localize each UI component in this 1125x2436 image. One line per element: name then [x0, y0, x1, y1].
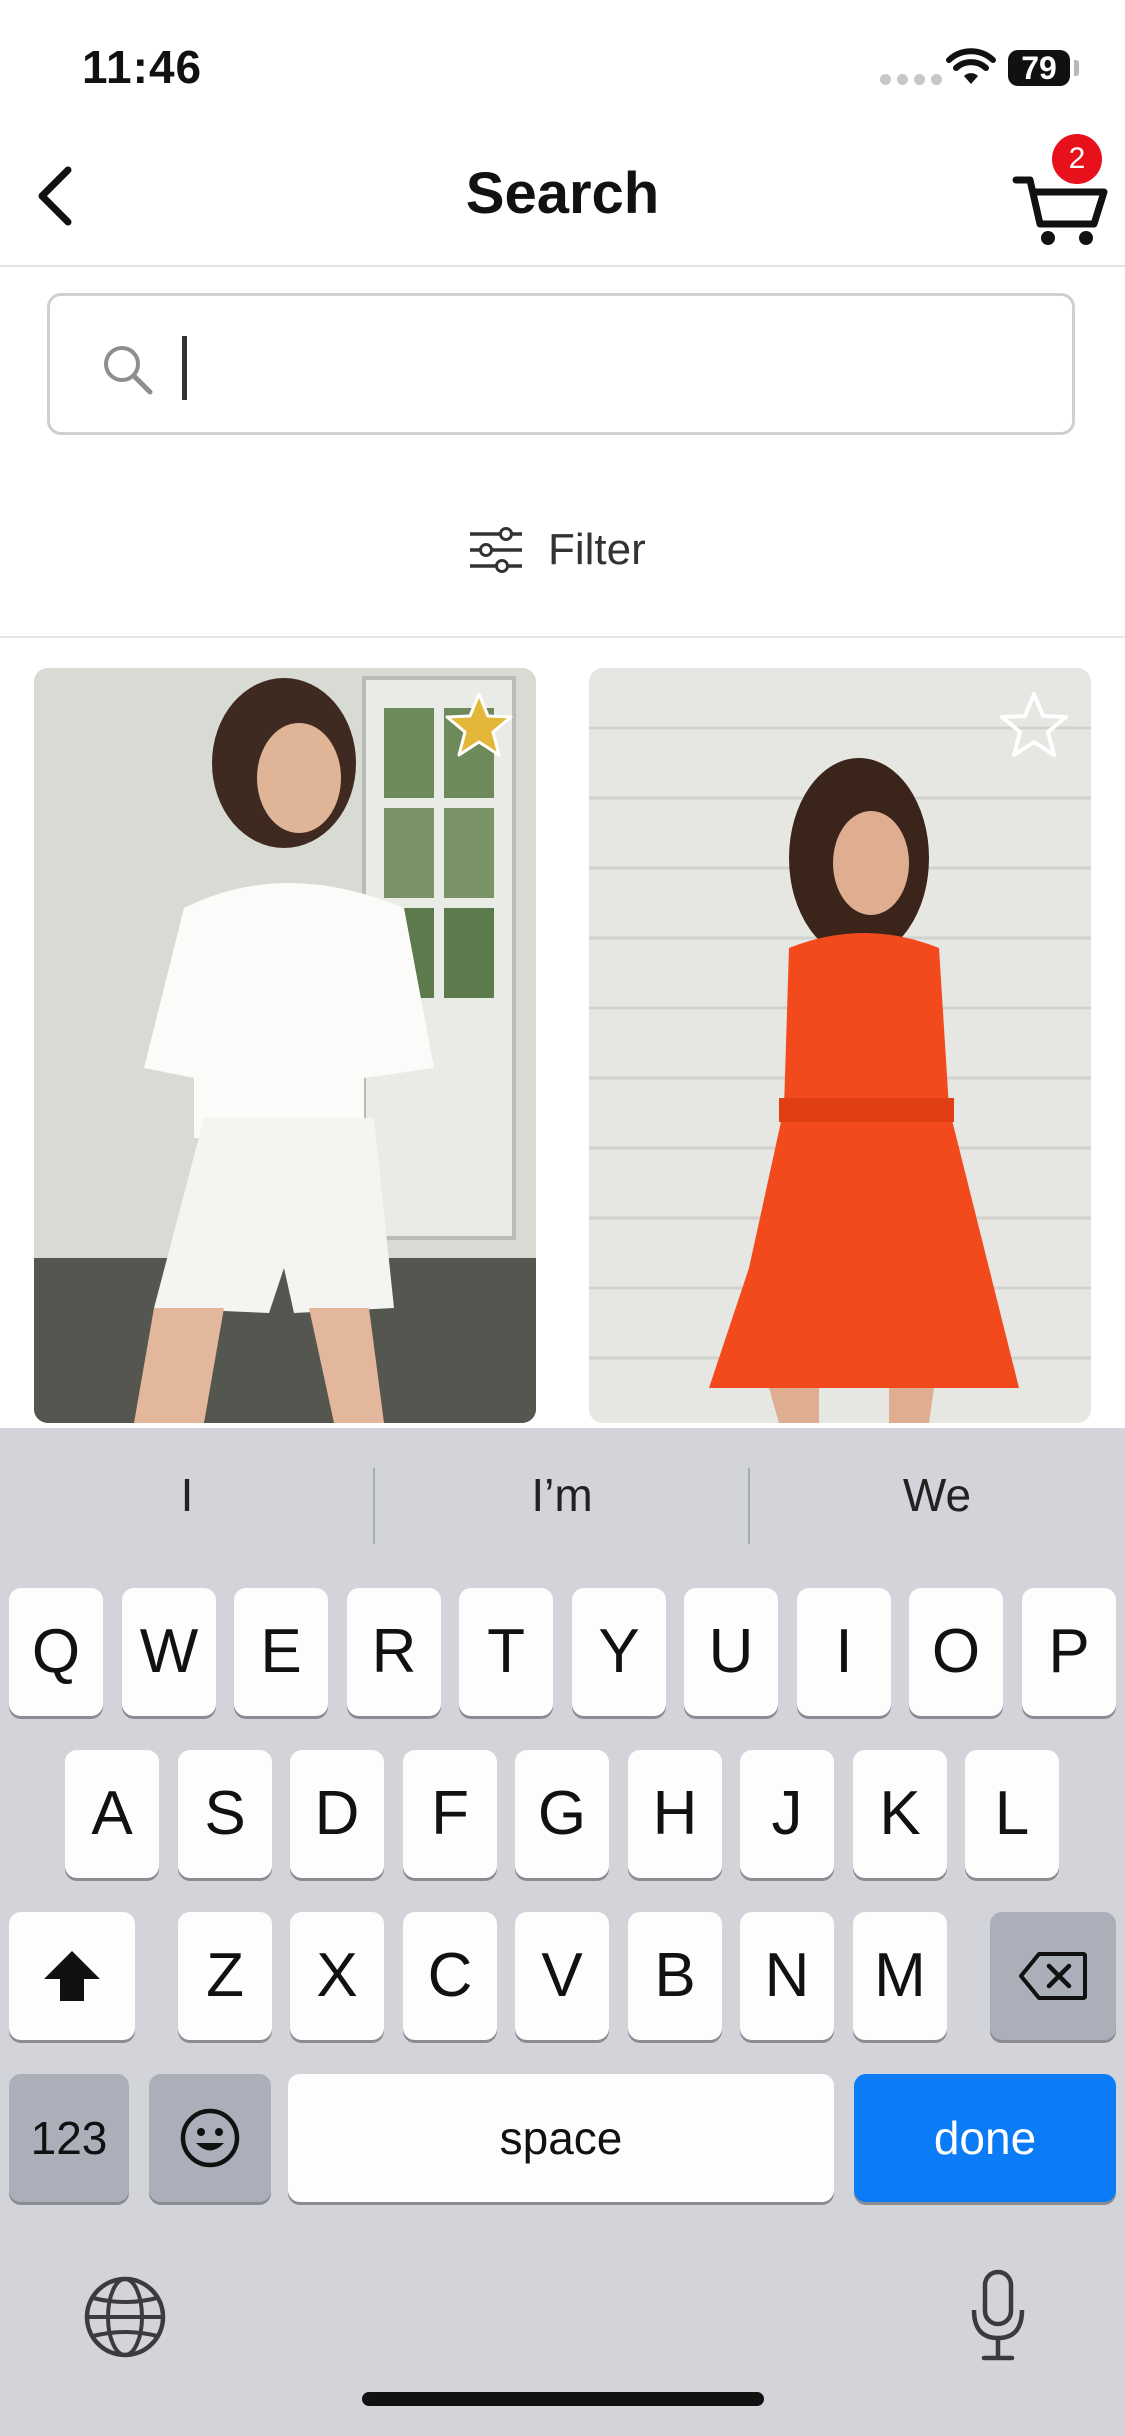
key-v[interactable]: V: [515, 1912, 609, 2040]
key-f[interactable]: F: [403, 1750, 497, 1878]
key-h[interactable]: H: [628, 1750, 722, 1878]
backspace-icon: [1019, 1952, 1087, 2000]
product-card[interactable]: [34, 668, 536, 1423]
key-b[interactable]: B: [628, 1912, 722, 2040]
key-d[interactable]: D: [290, 1750, 384, 1878]
delete-key[interactable]: [990, 1912, 1116, 2040]
key-r[interactable]: R: [347, 1588, 441, 1716]
page-title: Search: [465, 161, 660, 226]
divider: [0, 636, 1125, 638]
search-input[interactable]: [180, 326, 1044, 408]
key-p[interactable]: P: [1022, 1588, 1116, 1716]
filter-label: Filter: [548, 525, 646, 574]
predictive-text-bar: I I’m We: [0, 1428, 1125, 1578]
key-t[interactable]: T: [459, 1588, 553, 1716]
wifi-icon: [946, 48, 996, 84]
key-y[interactable]: Y: [572, 1588, 666, 1716]
key-e[interactable]: E: [234, 1588, 328, 1716]
key-w[interactable]: W: [122, 1588, 216, 1716]
key-k[interactable]: K: [853, 1750, 947, 1878]
key-m[interactable]: M: [853, 1912, 947, 2040]
key-s[interactable]: S: [178, 1750, 272, 1878]
key-o[interactable]: O: [909, 1588, 1003, 1716]
cart-count-badge: 2: [1052, 134, 1102, 184]
key-x[interactable]: X: [290, 1912, 384, 2040]
battery-icon: 79: [1008, 50, 1070, 86]
key-z[interactable]: Z: [178, 1912, 272, 2040]
done-key[interactable]: done: [854, 2074, 1116, 2202]
text-cursor: [182, 336, 187, 400]
space-key[interactable]: space: [288, 2074, 834, 2202]
filter-button[interactable]: Filter: [468, 520, 646, 580]
emoji-key[interactable]: [149, 2074, 271, 2202]
home-indicator[interactable]: [362, 2392, 764, 2406]
search-field[interactable]: [47, 293, 1075, 435]
navigation-bar: Search: [0, 130, 1125, 267]
key-n[interactable]: N: [740, 1912, 834, 2040]
key-j[interactable]: J: [740, 1750, 834, 1878]
battery-tip: [1074, 60, 1079, 76]
filter-sliders-icon: [470, 527, 522, 573]
key-g[interactable]: G: [515, 1750, 609, 1878]
shift-arrow-icon: [44, 1951, 100, 2001]
product-image: [589, 668, 1091, 1423]
shift-key[interactable]: [9, 1912, 135, 2040]
status-bar: 11:46 79: [0, 0, 1125, 130]
favorite-star-icon[interactable]: [999, 690, 1069, 760]
product-card[interactable]: [589, 668, 1091, 1423]
globe-icon[interactable]: [82, 2274, 168, 2360]
suggestion-2[interactable]: I’m: [375, 1468, 749, 1522]
key-l[interactable]: L: [965, 1750, 1059, 1878]
product-image: [34, 668, 536, 1423]
key-i[interactable]: I: [797, 1588, 891, 1716]
status-time: 11:46: [82, 41, 203, 93]
key-a[interactable]: A: [65, 1750, 159, 1878]
suggestion-3[interactable]: We: [750, 1468, 1124, 1522]
favorite-star-icon[interactable]: [444, 690, 514, 760]
key-u[interactable]: U: [684, 1588, 778, 1716]
suggestion-1[interactable]: I: [0, 1468, 374, 1522]
key-c[interactable]: C: [403, 1912, 497, 2040]
search-icon: [104, 346, 153, 395]
cellular-signal-icon: [880, 74, 942, 85]
microphone-icon[interactable]: [966, 2268, 1030, 2364]
key-q[interactable]: Q: [9, 1588, 103, 1716]
emoji-icon: [180, 2108, 240, 2168]
on-screen-keyboard: I I’m We Q W E R T Y U I O P A S D F G H…: [0, 1428, 1125, 2436]
numbers-key[interactable]: 123: [9, 2074, 129, 2202]
